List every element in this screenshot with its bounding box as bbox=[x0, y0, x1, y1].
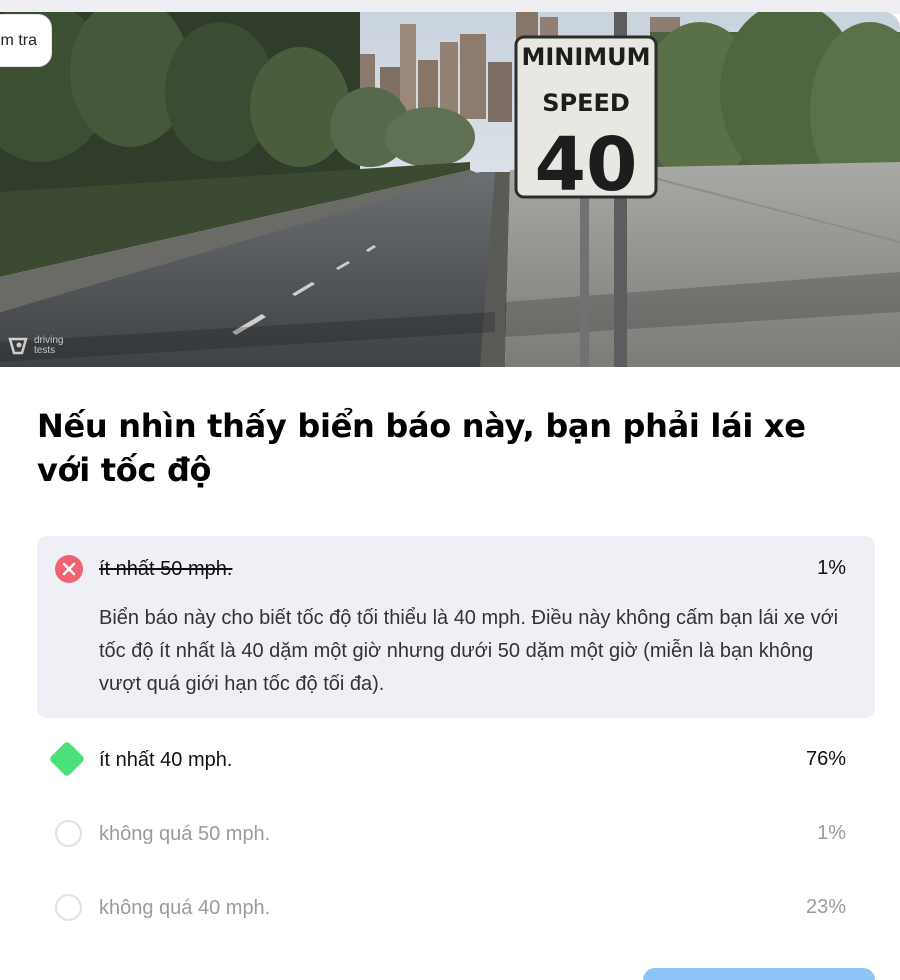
answer-label: ít nhất 40 mph. bbox=[99, 749, 233, 771]
sign-line2: SPEED bbox=[542, 89, 630, 117]
answer-percent: 1% bbox=[817, 822, 846, 844]
back-button[interactable]: m tra bbox=[0, 14, 52, 67]
driving-tests-logo-icon bbox=[8, 337, 28, 355]
answer-percent: 23% bbox=[805, 896, 846, 918]
wrong-x-icon bbox=[55, 555, 83, 583]
sign-line1: MINIMUM bbox=[521, 43, 650, 71]
question-text: Nếu nhìn thấy biển báo này, bạn phải lái… bbox=[37, 407, 806, 489]
watermark: driving tests bbox=[8, 336, 74, 356]
back-button-label: m tra bbox=[0, 31, 37, 49]
answer-percent: 1% bbox=[817, 557, 846, 579]
answer-percent: 76% bbox=[805, 748, 846, 770]
radio-circle-icon bbox=[55, 894, 82, 921]
next-button[interactable] bbox=[643, 968, 875, 980]
radio-circle-icon bbox=[55, 820, 82, 847]
answer-label: không quá 50 mph. bbox=[99, 823, 271, 845]
watermark-text: driving tests bbox=[34, 335, 64, 356]
answer-explanation: Biển báo này cho biết tốc độ tối thiểu l… bbox=[99, 607, 839, 695]
answer-label: không quá 40 mph. bbox=[99, 897, 271, 919]
sign-number: 40 bbox=[535, 122, 638, 208]
question-image: MINIMUM SPEED 40 bbox=[0, 12, 900, 367]
answer-label: ít nhất 50 mph. bbox=[99, 558, 233, 580]
